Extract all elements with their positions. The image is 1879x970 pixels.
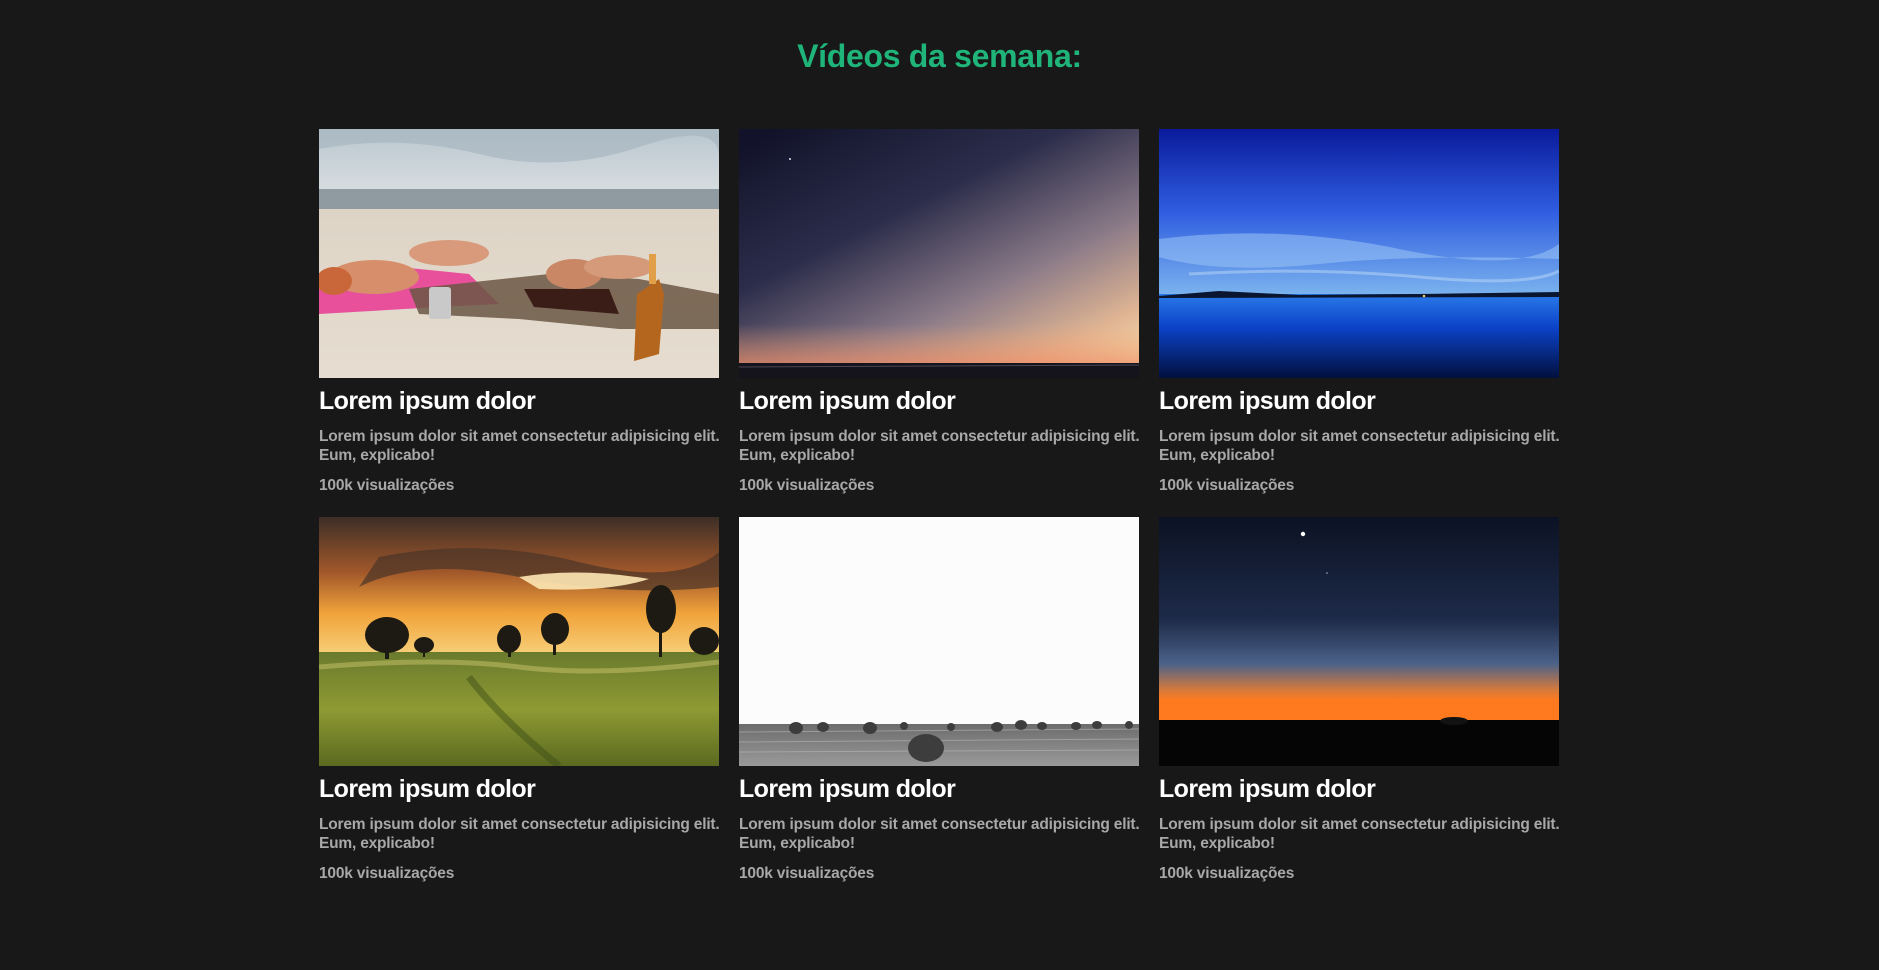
video-title[interactable]: Lorem ipsum dolor [739,387,956,416]
video-description: Lorem ipsum dolor sit amet consectetur a… [1159,816,1560,852]
video-views: 100k visualizações [1159,477,1295,494]
video-grid: Lorem ipsum dolor Lorem ipsum dolor sit … [319,129,1560,889]
video-title[interactable]: Lorem ipsum dolor [1159,775,1376,804]
video-description: Lorem ipsum dolor sit amet consectetur a… [319,428,720,464]
video-thumbnail-twilight[interactable] [739,129,1139,378]
video-thumbnail-beach[interactable] [319,129,719,378]
video-description: Lorem ipsum dolor sit amet consectetur a… [739,816,1140,852]
page-title: Vídeos da semana: [797,38,1082,74]
video-title[interactable]: Lorem ipsum dolor [739,775,956,804]
video-views: 100k visualizações [319,477,455,494]
video-views: 100k visualizações [739,865,875,882]
video-card[interactable]: Lorem ipsum dolor Lorem ipsum dolor sit … [1159,517,1560,889]
video-title[interactable]: Lorem ipsum dolor [1159,387,1376,416]
video-card[interactable]: Lorem ipsum dolor Lorem ipsum dolor sit … [739,517,1140,889]
video-views: 100k visualizações [1159,865,1295,882]
video-thumbnail-blue-lake[interactable] [1159,129,1559,378]
video-thumbnail-night-horizon[interactable] [1159,517,1559,766]
video-card[interactable]: Lorem ipsum dolor Lorem ipsum dolor sit … [319,129,720,501]
video-card[interactable]: Lorem ipsum dolor Lorem ipsum dolor sit … [739,129,1140,501]
video-title[interactable]: Lorem ipsum dolor [319,387,536,416]
video-description: Lorem ipsum dolor sit amet consectetur a… [319,816,720,852]
video-description: Lorem ipsum dolor sit amet consectetur a… [739,428,1140,464]
video-card[interactable]: Lorem ipsum dolor Lorem ipsum dolor sit … [319,517,720,889]
video-card[interactable]: Lorem ipsum dolor Lorem ipsum dolor sit … [1159,129,1560,501]
video-thumbnail-meadow[interactable] [319,517,719,766]
video-views: 100k visualizações [319,865,455,882]
video-thumbnail-hay-bales[interactable] [739,517,1139,766]
video-description: Lorem ipsum dolor sit amet consectetur a… [1159,428,1560,464]
video-views: 100k visualizações [739,477,875,494]
video-title[interactable]: Lorem ipsum dolor [319,775,536,804]
